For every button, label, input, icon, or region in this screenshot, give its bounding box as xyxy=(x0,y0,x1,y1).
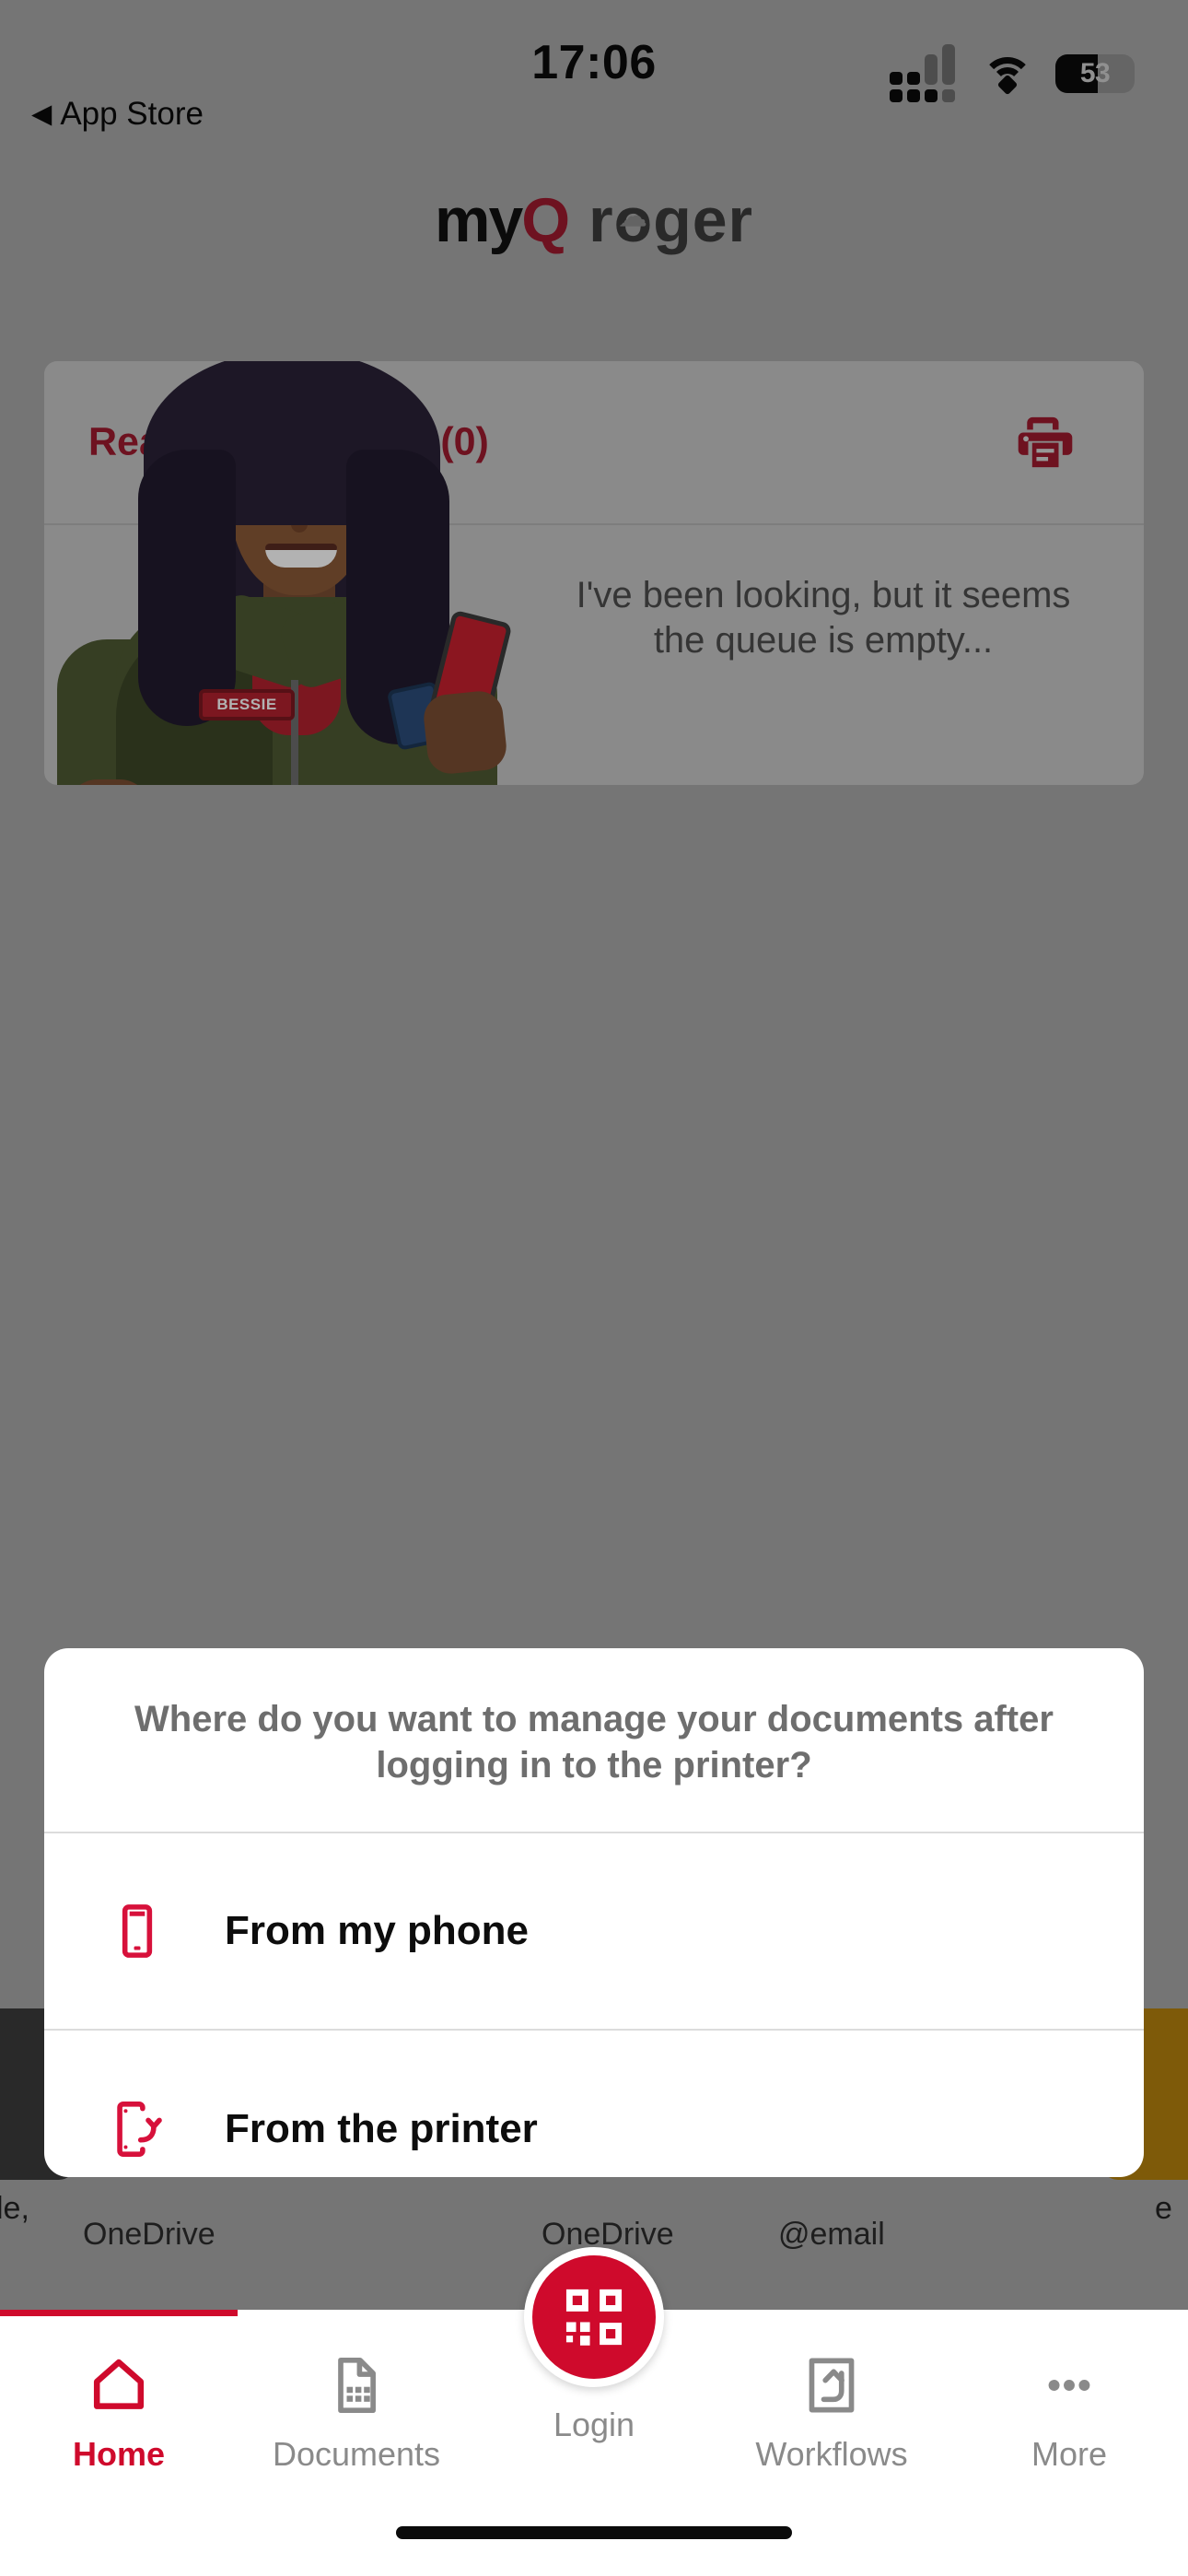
home-icon xyxy=(87,2352,150,2418)
action-sheet-option-label: From my phone xyxy=(225,1907,530,1953)
manage-documents-action-sheet: Where do you want to manage your documen… xyxy=(44,1648,1144,2177)
tab-home[interactable]: Home xyxy=(0,2310,238,2499)
tab-documents-label: Documents xyxy=(272,2435,441,2473)
action-sheet-option-from-my-phone[interactable]: From my phone xyxy=(44,1833,1144,2031)
tab-login-label: Login xyxy=(553,2406,635,2443)
home-indicator[interactable] xyxy=(396,2526,792,2539)
bottom-tab-bar: Home Documents Login Workflows More xyxy=(0,2247,1188,2576)
tab-home-label: Home xyxy=(72,2435,166,2473)
tab-more[interactable]: More xyxy=(950,2310,1188,2499)
login-fab-button[interactable] xyxy=(524,2247,664,2387)
tab-documents[interactable]: Documents xyxy=(238,2310,475,2499)
action-sheet-option-label: From the printer xyxy=(225,2105,538,2151)
action-sheet-title: Where do you want to manage your documen… xyxy=(44,1648,1144,1833)
workflow-arrow-icon xyxy=(800,2352,863,2418)
tab-workflows-label: Workflows xyxy=(755,2435,908,2473)
tab-login[interactable]: Login xyxy=(475,2247,713,2499)
phone-icon xyxy=(101,1902,173,1961)
action-sheet-option-from-the-printer[interactable]: From the printer xyxy=(44,2031,1144,2177)
tab-workflows[interactable]: Workflows xyxy=(713,2310,950,2499)
document-icon xyxy=(325,2352,388,2418)
tab-more-label: More xyxy=(1031,2435,1108,2473)
app-screen: 17:06 ◀ App Store 53 myQ ro ☁ ger (0) BE… xyxy=(0,0,1188,2576)
phone-arrow-out-icon xyxy=(101,2100,173,2159)
ellipsis-icon xyxy=(1038,2352,1101,2418)
